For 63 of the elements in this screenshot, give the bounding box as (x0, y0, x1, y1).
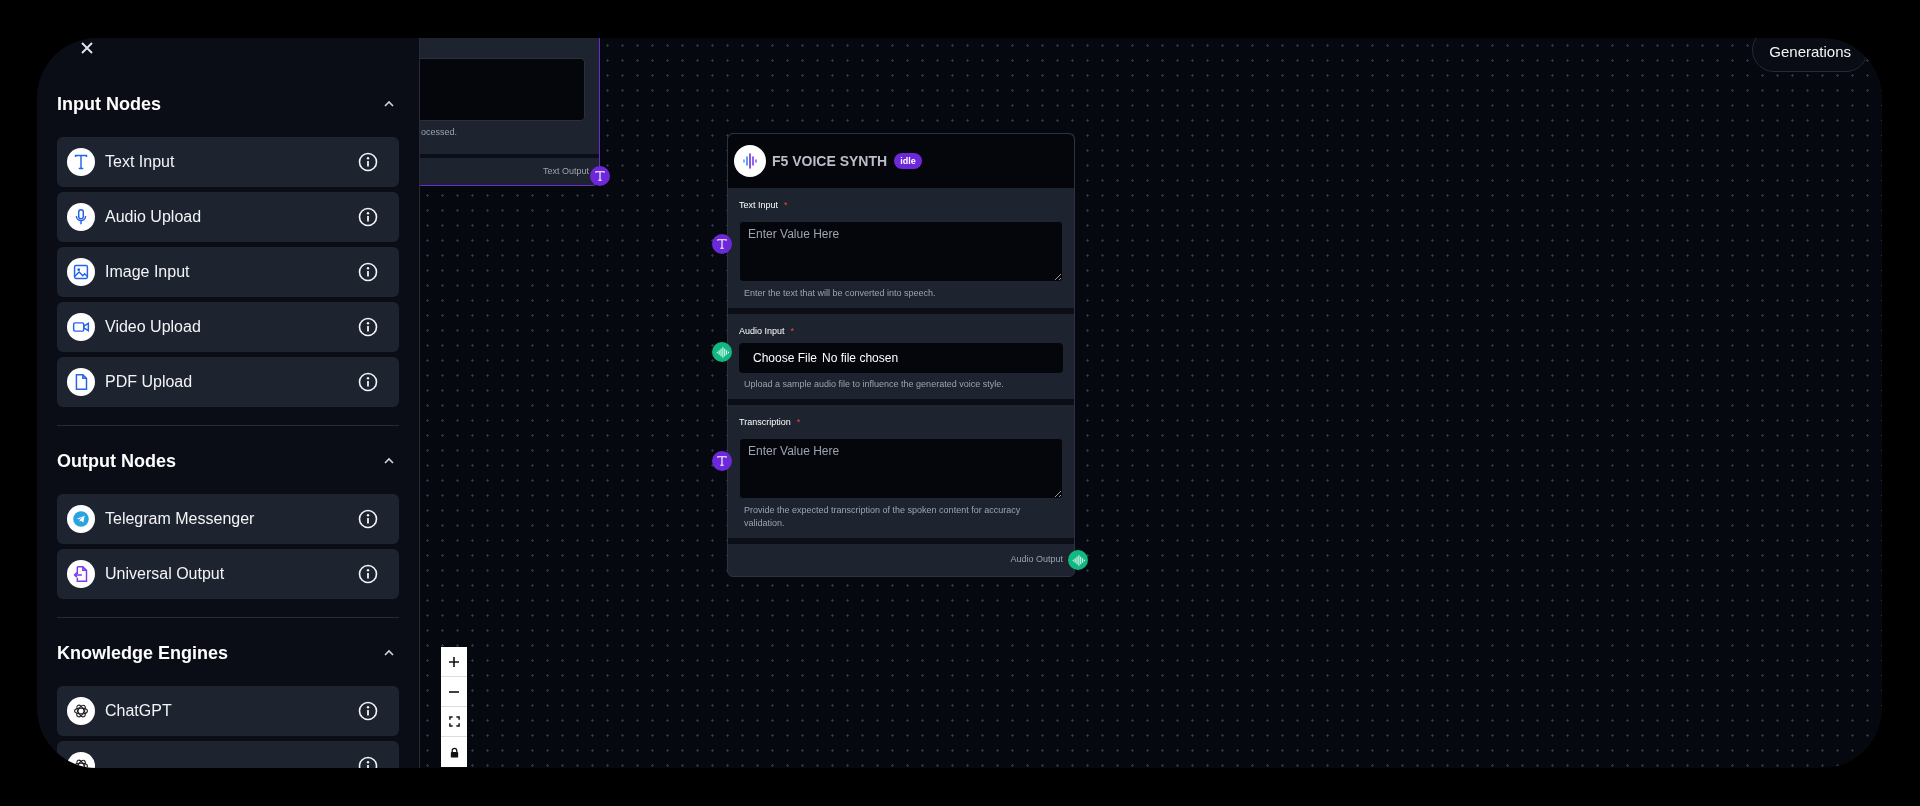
paper-plane-icon (67, 505, 95, 533)
choose-file-button[interactable]: Choose File (753, 349, 818, 367)
node-list-item[interactable]: Image Input (57, 247, 399, 297)
text-port-icon[interactable] (590, 165, 610, 186)
help-text: Provide the expected transcription of the spoken content for accuracy validation. (743, 504, 1022, 530)
node-list-item[interactable]: PDF Upload (57, 357, 399, 407)
help-text: Upload a sample audio file to influence the generated voice style. (743, 378, 1005, 391)
node-list-item[interactable]: Audio Upload (57, 192, 399, 242)
close-button[interactable] (79, 40, 95, 56)
info-icon[interactable] (358, 701, 378, 721)
required-mark: * (784, 199, 788, 213)
text-area[interactable]: Enter Value Here (739, 438, 1063, 499)
section-heading: Knowledge Engines (57, 641, 229, 665)
item-label: Telegram Messenger (105, 511, 256, 527)
text-port-icon[interactable] (712, 451, 732, 471)
output-label: Audio Output (1010, 553, 1063, 567)
field-label: Transcription (739, 416, 791, 430)
text-area[interactable]: Enter Value Here (739, 221, 1063, 282)
item-label: Image Input (105, 264, 191, 280)
waveform-port-icon[interactable] (712, 342, 732, 362)
node-list-item[interactable]: Text Input (57, 137, 399, 187)
section-heading: Output Nodes (57, 449, 176, 473)
item-label: ChatGPT (105, 703, 173, 719)
info-icon[interactable] (358, 372, 378, 392)
text-port-icon[interactable] (712, 234, 732, 254)
waveform-port-icon[interactable] (1068, 550, 1088, 570)
help-text: ocessed. (421, 126, 459, 139)
document-icon (67, 368, 95, 396)
field-label: Audio Input (739, 325, 785, 339)
item-label: PDF Upload (105, 374, 194, 390)
item-label: Universal Output (105, 566, 226, 582)
info-icon[interactable] (358, 152, 378, 172)
output-label: Text Output (542, 164, 589, 178)
image-icon (67, 258, 95, 286)
field-label: Text Input (739, 199, 779, 213)
info-icon[interactable] (358, 317, 378, 337)
node-list-item[interactable]: Telegram Messenger (57, 494, 399, 544)
node-list-item[interactable]: ChatGPT (57, 686, 399, 736)
plus-icon (448, 655, 460, 668)
info-icon[interactable] (358, 207, 378, 227)
waveform-logo-icon (734, 145, 766, 177)
lock-icon (448, 746, 460, 758)
fullscreen-icon (448, 716, 460, 727)
knot-icon (67, 697, 95, 725)
file-status: No file chosen (822, 350, 899, 367)
node-list-item[interactable]: Video Upload (57, 302, 399, 352)
status-badge: idle (894, 153, 922, 169)
info-icon[interactable] (358, 564, 378, 584)
info-icon[interactable] (358, 262, 378, 282)
item-label: Audio Upload (105, 209, 203, 225)
node-title: F5 VOICE SYNTH (772, 151, 888, 171)
required-mark: * (790, 325, 795, 339)
microphone-icon (67, 203, 95, 231)
video-camera-icon (67, 313, 95, 341)
help-text: Enter the text that will be converted into speech. (743, 287, 937, 300)
section-heading: Input Nodes (57, 92, 161, 116)
required-mark: * (796, 416, 801, 430)
generations-button[interactable]: Generations (1752, 38, 1868, 72)
text-icon (67, 148, 95, 176)
item-label: Video Upload (105, 319, 202, 335)
node-list-item[interactable]: Universal Output (57, 549, 399, 599)
info-icon[interactable] (358, 509, 378, 529)
item-label: Text Input (105, 154, 176, 170)
